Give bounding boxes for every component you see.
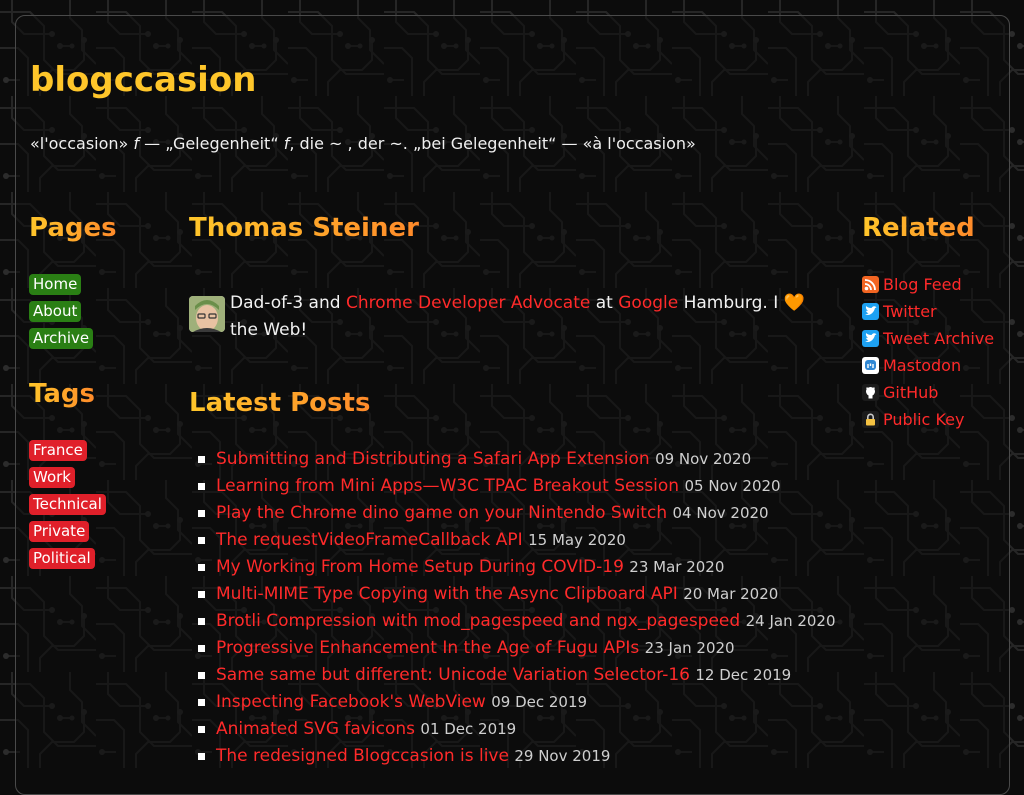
post-list-item: The redesigned Blogccasion is live 29 No… xyxy=(189,743,849,770)
post-list-item: Learning from Mini Apps—W3C TPAC Breakou… xyxy=(189,473,849,500)
tagline-part: , die ~ , der ~. „bei Gelegenheit“ — «à … xyxy=(289,134,696,153)
author-bio: Dad-of-3 and Chrome Developer Advocate a… xyxy=(189,290,819,344)
related-item: Public Key xyxy=(862,409,994,436)
post-date: 20 Mar 2020 xyxy=(683,585,779,603)
post-list-item: Multi-MIME Type Copying with the Async C… xyxy=(189,581,849,608)
author-name-heading: Thomas Steiner xyxy=(189,213,419,243)
related-heading: Related xyxy=(862,213,975,243)
post-link[interactable]: Multi-MIME Type Copying with the Async C… xyxy=(216,584,678,604)
tags-item: Technical xyxy=(29,494,106,521)
page-link-about[interactable]: About xyxy=(29,301,82,322)
related-link-tweet-archive[interactable]: Tweet Archive xyxy=(883,329,994,348)
chrome-dev-advocate-link[interactable]: Chrome Developer Advocate xyxy=(346,293,590,313)
post-list-item: Submitting and Distributing a Safari App… xyxy=(189,446,849,473)
page-link-home[interactable]: Home xyxy=(29,274,82,295)
tagline-part: — „Gelegenheit“ xyxy=(139,134,284,153)
related-link-blog-feed[interactable]: Blog Feed xyxy=(883,275,962,294)
related-link-public-key[interactable]: Public Key xyxy=(883,410,964,429)
post-list-item: Inspecting Facebook's WebView 09 Dec 201… xyxy=(189,689,849,716)
tag-link-private[interactable]: Private xyxy=(29,521,90,542)
post-list-item: My Working From Home Setup During COVID-… xyxy=(189,554,849,581)
twitter-icon xyxy=(862,303,879,320)
post-date: 01 Dec 2019 xyxy=(420,720,517,738)
bio-part: Hamburg. I xyxy=(678,293,784,313)
post-list-item: Progressive Enhancement In the Age of Fu… xyxy=(189,635,849,662)
post-link[interactable]: Learning from Mini Apps—W3C TPAC Breakou… xyxy=(216,476,679,496)
pages-nav: Home About Archive xyxy=(29,274,94,355)
post-date: 12 Dec 2019 xyxy=(695,666,792,684)
post-link[interactable]: The redesigned Blogccasion is live xyxy=(216,746,509,766)
post-list-item: Brotli Compression with mod_pagespeed an… xyxy=(189,608,849,635)
tag-link-technical[interactable]: Technical xyxy=(29,494,106,515)
post-date: 24 Jan 2020 xyxy=(745,612,836,630)
mastodon-icon xyxy=(862,357,879,374)
post-date: 04 Nov 2020 xyxy=(672,504,769,522)
post-date: 09 Nov 2020 xyxy=(655,450,752,468)
tag-link-france[interactable]: France xyxy=(29,440,87,461)
latest-posts-list: Submitting and Distributing a Safari App… xyxy=(189,446,849,770)
related-link-twitter[interactable]: Twitter xyxy=(883,302,937,321)
rss-icon xyxy=(862,276,879,293)
related-item: Mastodon xyxy=(862,355,994,382)
google-link[interactable]: Google xyxy=(618,293,678,313)
tag-link-political[interactable]: Political xyxy=(29,548,95,569)
related-item: Blog Feed xyxy=(862,274,994,301)
site-tagline: «l'occasion» f — „Gelegenheit“ f, die ~ … xyxy=(30,134,696,154)
post-list-item: Same same but different: Unicode Variati… xyxy=(189,662,849,689)
page-link-archive[interactable]: Archive xyxy=(29,328,94,349)
tags-item: France xyxy=(29,440,106,467)
post-link[interactable]: Brotli Compression with mod_pagespeed an… xyxy=(216,611,740,631)
related-item: Tweet Archive xyxy=(862,328,994,355)
post-link[interactable]: Inspecting Facebook's WebView xyxy=(216,692,486,712)
tags-item: Work xyxy=(29,467,106,494)
post-date: 29 Nov 2019 xyxy=(514,747,611,765)
related-link-github[interactable]: GitHub xyxy=(883,383,938,402)
post-list-item: Animated SVG favicons 01 Dec 2019 xyxy=(189,716,849,743)
related-links: Blog Feed Twitter Tweet Archive Mastodon Git… xyxy=(862,274,994,436)
post-date: 09 Dec 2019 xyxy=(491,693,588,711)
bio-part: Dad-of-3 and xyxy=(230,293,346,313)
post-date: 23 Jan 2020 xyxy=(644,639,735,657)
post-link[interactable]: The requestVideoFrameCallback API xyxy=(216,530,523,550)
tag-link-work[interactable]: Work xyxy=(29,467,75,488)
bio-part: the Web! xyxy=(230,320,308,340)
heart-icon: 🧡 xyxy=(783,293,805,313)
tags-heading: Tags xyxy=(29,379,96,409)
latest-posts-heading: Latest Posts xyxy=(189,388,371,418)
post-link[interactable]: Animated SVG favicons xyxy=(216,719,415,739)
bio-part: at xyxy=(590,293,619,313)
pages-heading: Pages xyxy=(29,213,117,243)
post-date: 23 Mar 2020 xyxy=(629,558,725,576)
tagline-part: «l'occasion» xyxy=(30,134,134,153)
github-icon xyxy=(862,384,879,401)
avatar xyxy=(189,296,225,332)
post-list-item: Play the Chrome dino game on your Ninten… xyxy=(189,500,849,527)
post-link[interactable]: Progressive Enhancement In the Age of Fu… xyxy=(216,638,639,658)
related-item: GitHub xyxy=(862,382,994,409)
tags-item: Private xyxy=(29,521,106,548)
pages-item: Archive xyxy=(29,328,94,355)
site-title[interactable]: blogccasion xyxy=(30,58,256,102)
twitter-icon xyxy=(862,330,879,347)
post-link[interactable]: My Working From Home Setup During COVID-… xyxy=(216,557,624,577)
post-link[interactable]: Submitting and Distributing a Safari App… xyxy=(216,449,650,469)
post-link[interactable]: Play the Chrome dino game on your Ninten… xyxy=(216,503,667,523)
pages-item: About xyxy=(29,301,93,328)
related-link-mastodon[interactable]: Mastodon xyxy=(883,356,961,375)
post-date: 15 May 2020 xyxy=(528,531,626,549)
bio-text: Dad-of-3 and Chrome Developer Advocate a… xyxy=(230,290,819,344)
related-item: Twitter xyxy=(862,301,994,328)
tags-item: Political xyxy=(29,548,106,575)
post-link[interactable]: Same same but different: Unicode Variati… xyxy=(216,665,690,685)
post-list-item: The requestVideoFrameCallback API 15 May… xyxy=(189,527,849,554)
pages-item: Home xyxy=(29,274,93,301)
tags-nav: France Work Technical Private Political xyxy=(29,440,106,575)
lock-icon xyxy=(862,411,879,428)
post-date: 05 Nov 2020 xyxy=(684,477,781,495)
